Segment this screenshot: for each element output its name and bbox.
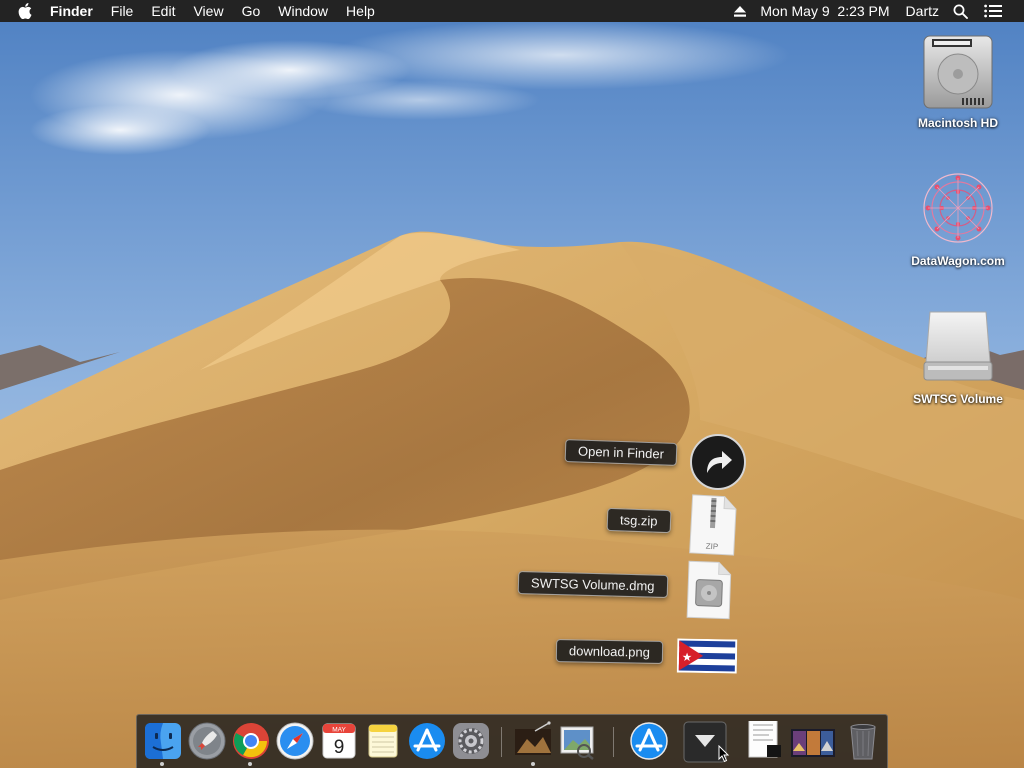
desktop-icon-label: Macintosh HD: [917, 116, 998, 130]
calendar-month: MAY: [332, 727, 346, 734]
eject-icon[interactable]: [726, 5, 754, 17]
app-store-icon[interactable]: [407, 721, 447, 761]
notes-icon[interactable]: [363, 721, 403, 761]
menu-file[interactable]: File: [102, 0, 143, 22]
trash-icon[interactable]: [843, 721, 883, 761]
hard-drive-icon: [918, 30, 998, 110]
photos-folder-icon[interactable]: [789, 721, 837, 761]
dock: MAY 9: [136, 714, 888, 768]
apple-logo-icon[interactable]: [0, 3, 42, 19]
desktop-icon-label: DataWagon.com: [911, 254, 1005, 268]
app-store-downloads-icon[interactable]: [629, 721, 669, 761]
desktop-icon-swtsg-volume[interactable]: SWTSG Volume: [898, 306, 1018, 406]
menu-bar: Finder File Edit View Go Window Help Mon…: [0, 0, 1024, 22]
zip-badge: ZIP: [706, 542, 719, 552]
running-indicator: [531, 762, 535, 766]
fan-item-label[interactable]: tsg.zip: [606, 507, 671, 534]
dock-separator: [501, 727, 502, 757]
fan-item-label[interactable]: download.png: [555, 639, 664, 664]
dmg-file-icon[interactable]: [683, 559, 735, 626]
menu-help[interactable]: Help: [337, 0, 384, 22]
zip-file-icon[interactable]: ZIP: [685, 493, 740, 563]
menu-view[interactable]: View: [184, 0, 232, 22]
menu-go[interactable]: Go: [233, 0, 270, 22]
cuba-flag-image-icon[interactable]: [676, 638, 738, 678]
calendar-icon[interactable]: MAY 9: [319, 721, 359, 761]
preview-icon[interactable]: [557, 721, 597, 761]
menu-user[interactable]: Dartz: [896, 0, 945, 22]
documents-stack-icon[interactable]: [745, 716, 785, 761]
system-preferences-icon[interactable]: [451, 721, 491, 761]
notification-center-icon[interactable]: [976, 4, 1024, 18]
mojave-wallpaper: [0, 0, 1024, 768]
fan-item-label[interactable]: SWTSG Volume.dmg: [517, 571, 668, 598]
desktop[interactable]: Finder File Edit View Go Window Help Mon…: [0, 0, 1024, 768]
running-indicator: [248, 762, 252, 766]
mouse-cursor-icon: [718, 745, 730, 763]
menu-edit[interactable]: Edit: [142, 0, 184, 22]
desktop-icon-datawagon[interactable]: DataWagon.com: [898, 168, 1018, 268]
dock-separator: [613, 727, 614, 757]
safari-icon[interactable]: [275, 721, 315, 761]
finder-icon[interactable]: [143, 721, 183, 761]
menu-app-finder[interactable]: Finder: [42, 0, 102, 22]
screen-recording-icon[interactable]: [513, 721, 553, 761]
calendar-day: 9: [334, 737, 345, 758]
launchpad-icon[interactable]: [187, 721, 227, 761]
datawagon-disk-icon: [918, 168, 998, 248]
spotlight-search-icon[interactable]: [945, 4, 976, 19]
open-in-finder-button[interactable]: [689, 433, 747, 496]
open-in-finder-label[interactable]: Open in Finder: [564, 439, 678, 466]
desktop-icon-macintosh-hd[interactable]: Macintosh HD: [898, 30, 1018, 130]
running-indicator: [160, 762, 164, 766]
menu-clock[interactable]: Mon May 9 2:23 PM: [754, 0, 895, 22]
chrome-icon[interactable]: [231, 721, 271, 761]
desktop-icon-label: SWTSG Volume: [913, 392, 1003, 406]
menu-window[interactable]: Window: [269, 0, 337, 22]
mounted-volume-icon: [918, 306, 998, 386]
